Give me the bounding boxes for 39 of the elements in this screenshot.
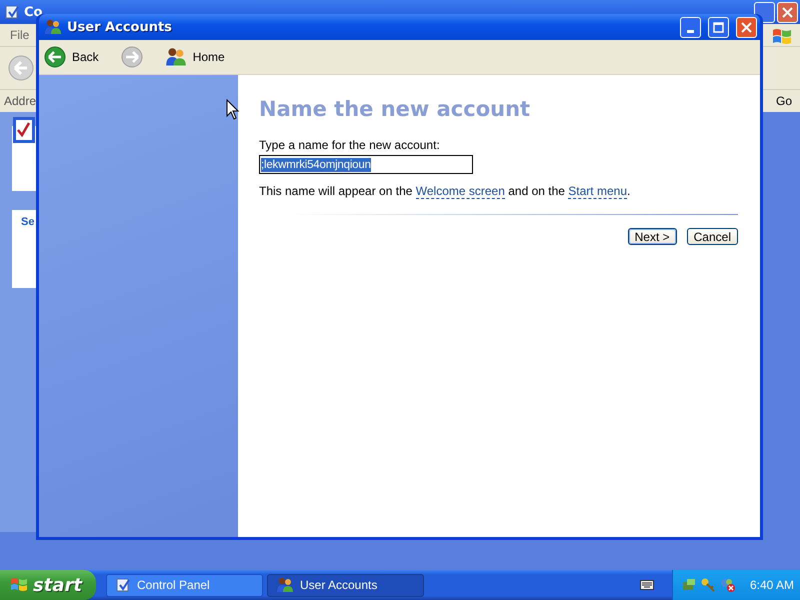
window-title: User Accounts: [67, 20, 172, 34]
cancel-button[interactable]: Cancel: [686, 228, 738, 245]
menu-item[interactable]: File: [10, 28, 30, 42]
help-link[interactable]: Start menu: [568, 184, 627, 199]
windows-logo-icon: [10, 577, 28, 593]
home-button[interactable]: Home: [164, 47, 231, 67]
hint-text: This name will appear on the Welcome screen and on the Start menu.: [259, 184, 630, 198]
key-icon[interactable]: [700, 577, 716, 593]
back-button[interactable]: Back: [44, 46, 105, 68]
help-link[interactable]: Welcome screen: [416, 184, 505, 199]
field-label: Type a name for the new account:: [259, 138, 440, 152]
address-label: Addre: [4, 94, 36, 108]
next-button[interactable]: Next >: [628, 228, 677, 245]
minimize-icon: [687, 30, 694, 33]
maximize-icon: [713, 22, 724, 32]
users-icon: [44, 19, 62, 35]
minimize-button[interactable]: [680, 16, 701, 38]
go-button[interactable]: Go: [776, 92, 792, 110]
task-pane-heading: Se: [21, 216, 34, 228]
windows-logo-icon: [772, 27, 792, 45]
control-panel-icon: [115, 577, 131, 593]
network-icon[interactable]: [681, 577, 697, 593]
close-button[interactable]: [736, 16, 757, 38]
control-panel-icon: [4, 4, 20, 20]
close-button[interactable]: [777, 2, 798, 23]
clock: 6:40 AM: [750, 578, 794, 592]
maximize-button[interactable]: [708, 16, 729, 38]
users-icon: [276, 577, 294, 593]
window-title: Co: [24, 4, 42, 20]
taskbar-button[interactable]: Control Panel: [106, 574, 263, 596]
keyboard-icon[interactable]: [640, 580, 654, 590]
page-heading: Name the new account: [259, 97, 530, 121]
taskbar-button[interactable]: User Accounts: [267, 574, 424, 596]
users-icon: [164, 47, 187, 67]
security-alert-icon[interactable]: [719, 577, 737, 593]
name-field[interactable]: ;lekwmrki54omjnqioun: [259, 155, 473, 174]
close-icon: [782, 7, 793, 18]
close-icon: [741, 22, 752, 32]
start-button[interactable]: start: [0, 570, 96, 600]
